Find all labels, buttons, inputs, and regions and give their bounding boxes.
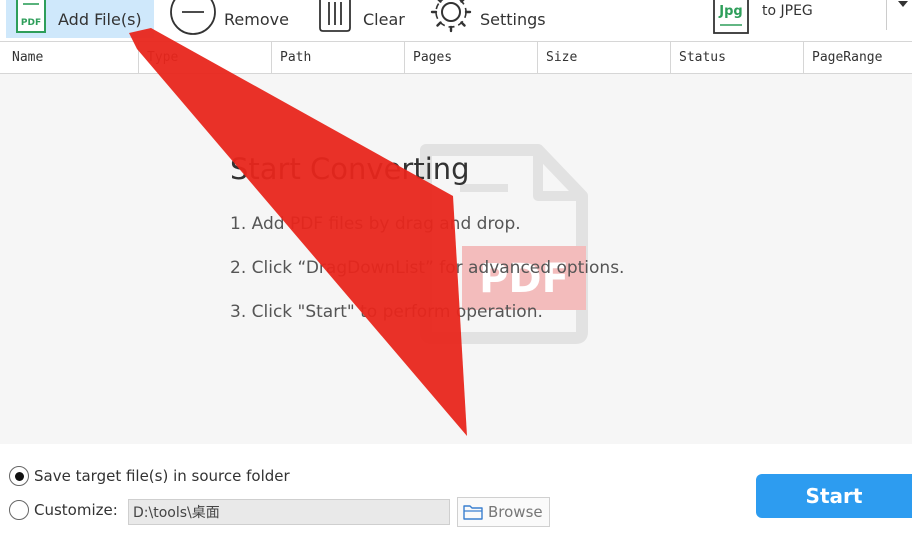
customize-option[interactable]: Customize:: [9, 500, 118, 520]
column-header-pages[interactable]: Pages: [404, 42, 537, 73]
output-settings-panel: Save target file(s) in source folder Cus…: [0, 444, 912, 536]
column-header-type[interactable]: Type: [138, 42, 271, 73]
guide-step-3: 3. Click "Start" to perform operation.: [230, 302, 543, 322]
toolbar-divider: [886, 0, 887, 30]
file-table-header: Name Type Path Pages Size Status PageRan…: [0, 41, 912, 74]
column-header-path[interactable]: Path: [271, 42, 404, 73]
settings-label: Settings: [480, 9, 546, 29]
remove-label: Remove: [224, 9, 289, 29]
column-header-status[interactable]: Status: [670, 42, 803, 73]
browse-label: Browse: [488, 503, 543, 521]
column-header-size[interactable]: Size: [537, 42, 670, 73]
guide-step-1: 1. Add PDF files by drag and drop.: [230, 214, 521, 234]
gear-icon: [430, 0, 472, 33]
save-in-source-label: Save target file(s) in source folder: [34, 467, 290, 485]
clear-button[interactable]: Clear: [318, 0, 405, 38]
minus-circle-icon: [170, 0, 216, 35]
folder-icon: [463, 505, 483, 520]
column-header-pagerange[interactable]: PageRange: [803, 42, 912, 73]
save-in-source-option[interactable]: Save target file(s) in source folder: [9, 466, 290, 486]
start-button[interactable]: Start: [756, 474, 912, 518]
settings-button[interactable]: Settings: [428, 0, 546, 38]
remove-button[interactable]: Remove: [170, 0, 289, 38]
file-drop-area[interactable]: PDF Start Converting 1. Add PDF files by…: [0, 74, 912, 444]
jpg-file-icon: Jpg: [713, 0, 749, 34]
guide-step-2: 2. Click “DragDownList” for advanced opt…: [230, 258, 625, 278]
guide-title: Start Converting: [230, 152, 470, 186]
add-files-label: Add File(s): [58, 9, 142, 29]
radio-selected-dot: [14, 471, 24, 481]
column-header-name[interactable]: Name: [0, 42, 138, 73]
save-in-source-radio[interactable]: [9, 466, 29, 486]
toolbar: PDF Add File(s) Remove Clear Settings Jp: [0, 0, 912, 41]
caret-down-icon: [897, 1, 908, 7]
svg-text:Jpg: Jpg: [718, 4, 742, 19]
output-path-field[interactable]: [128, 499, 450, 525]
browse-button[interactable]: Browse: [457, 497, 550, 527]
format-target-label: to JPEG: [762, 3, 813, 19]
output-format-selector[interactable]: Jpg to JPEG: [712, 0, 813, 38]
clear-label: Clear: [363, 9, 405, 29]
add-files-button[interactable]: PDF Add File(s): [6, 0, 154, 38]
customize-radio[interactable]: [9, 500, 29, 520]
format-dropdown-button[interactable]: [893, 0, 912, 18]
svg-text:PDF: PDF: [21, 18, 41, 28]
clear-icon: [319, 0, 351, 32]
customize-label: Customize:: [34, 501, 118, 519]
pdf-file-icon: PDF: [16, 0, 46, 33]
